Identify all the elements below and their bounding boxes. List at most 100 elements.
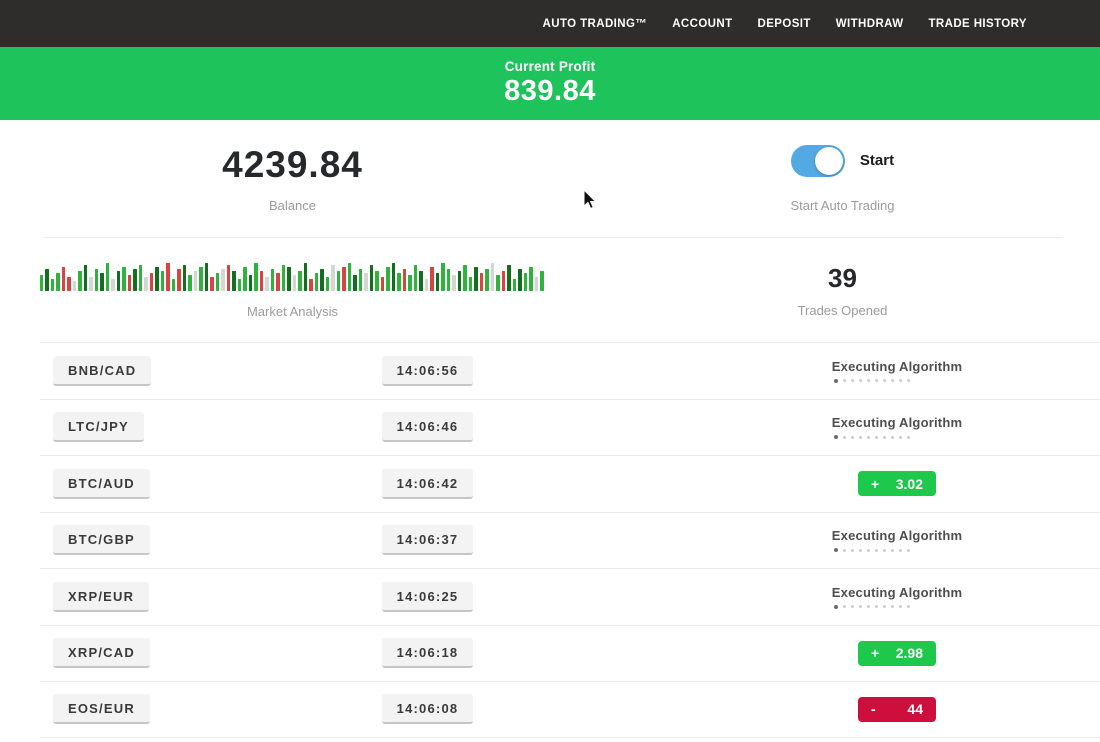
progress-dot (834, 379, 838, 383)
market-bar (309, 279, 313, 291)
market-bar (56, 273, 60, 291)
progress-dot (899, 436, 902, 439)
market-bar (315, 273, 319, 291)
nav-auto-trading[interactable]: AUTO TRADING™ (543, 18, 648, 30)
current-profit-banner: Current Profit 839.84 (0, 47, 1100, 120)
result-sign: - (871, 701, 876, 717)
stats-row-market: Market Analysis 39 Trades Opened (0, 238, 1100, 342)
market-bar (260, 271, 264, 291)
progress-dot (891, 605, 894, 608)
pair-chip: XRP/EUR (53, 582, 149, 612)
progress-dot (899, 549, 902, 552)
nav-withdraw[interactable]: WITHDRAW (836, 18, 904, 30)
market-bar (166, 263, 170, 291)
trade-row: BNB/CAD 14:06:56 Executing Algorithm (40, 342, 1100, 399)
progress-dot (834, 435, 838, 439)
market-bar (507, 265, 511, 291)
progress-dot (883, 605, 886, 608)
progress-dot (834, 605, 838, 609)
progress-dot (867, 549, 870, 552)
market-bar (205, 263, 209, 291)
market-bar (331, 265, 335, 291)
market-analysis-chart (40, 261, 546, 291)
stats-row-balance: 4239.84 Balance Start Start Auto Trading (0, 120, 1100, 237)
pair-chip: BTC/GBP (53, 525, 150, 555)
executing-label: Executing Algorithm (832, 528, 962, 543)
trade-row: BTC/AUD 14:06:42 + 3.02 (40, 455, 1100, 512)
market-bar (216, 273, 220, 291)
market-bar (254, 263, 258, 291)
executing-status: Executing Algorithm (832, 415, 962, 439)
market-bar (271, 269, 275, 291)
pair-chip: LTC/JPY (53, 412, 144, 442)
market-bar (370, 265, 374, 291)
market-bar (485, 269, 489, 291)
market-bar (320, 269, 324, 291)
time-chip: 14:06:37 (382, 525, 474, 555)
result-value: 2.98 (896, 645, 923, 661)
market-bar (221, 269, 225, 291)
trades-opened-value: 39 (828, 263, 857, 294)
nav-deposit[interactable]: DEPOSIT (758, 18, 811, 30)
result-badge: + 3.02 (858, 471, 936, 496)
market-bar (518, 269, 522, 291)
market-bar (155, 267, 159, 291)
market-bar (458, 271, 462, 291)
market-bar (535, 277, 539, 291)
trade-row: XRP/CAD 14:06:18 + 2.98 (40, 625, 1100, 682)
auto-trading-caption: Start Auto Trading (790, 198, 894, 213)
progress-dot (891, 379, 894, 382)
market-bar (540, 271, 544, 291)
nav-account[interactable]: ACCOUNT (672, 18, 732, 30)
market-bar (183, 265, 187, 291)
progress-dots (832, 379, 962, 383)
trade-row: BTC/GBP 14:06:37 Executing Algorithm (40, 512, 1100, 569)
trades-opened-block: 39 Trades Opened (585, 238, 1100, 342)
market-bar (67, 277, 71, 291)
progress-dot (883, 549, 886, 552)
progress-dot (851, 436, 854, 439)
progress-dot (851, 549, 854, 552)
executing-status: Executing Algorithm (832, 585, 962, 609)
current-profit-value: 839.84 (504, 75, 596, 108)
auto-trading-dashboard: AUTO TRADING™ ACCOUNT DEPOSIT WITHDRAW T… (0, 0, 1100, 742)
result-sign: + (871, 645, 879, 661)
progress-dot (851, 605, 854, 608)
market-bar (287, 267, 291, 291)
market-bar (62, 267, 66, 291)
balance-value: 4239.84 (222, 144, 363, 186)
market-bar (491, 263, 495, 291)
market-bar (419, 271, 423, 291)
market-bar (397, 273, 401, 291)
progress-dot (907, 549, 910, 552)
market-bar (265, 277, 269, 291)
market-bar (463, 265, 467, 291)
toggle-label: Start (860, 152, 894, 169)
market-bar (348, 263, 352, 291)
market-bar (51, 279, 55, 291)
progress-dot (859, 436, 862, 439)
executing-label: Executing Algorithm (832, 359, 962, 374)
balance-label: Balance (269, 198, 316, 213)
executing-status: Executing Algorithm (832, 528, 962, 552)
trade-row: LTC/JPY 14:06:46 Executing Algorithm (40, 399, 1100, 456)
auto-trading-toggle[interactable] (791, 145, 845, 177)
market-bar (414, 265, 418, 291)
time-chip: 14:06:56 (382, 356, 474, 386)
progress-dot (891, 549, 894, 552)
market-analysis-label: Market Analysis (247, 304, 338, 319)
market-bar (133, 269, 137, 291)
progress-dot (859, 379, 862, 382)
market-bar (326, 277, 330, 291)
executing-label: Executing Algorithm (832, 415, 962, 430)
progress-dot (843, 605, 846, 608)
result-sign: + (871, 476, 879, 492)
market-bar (524, 273, 528, 291)
market-bar (452, 275, 456, 291)
nav-trade-history[interactable]: TRADE HISTORY (929, 18, 1028, 30)
progress-dot (899, 379, 902, 382)
market-bar (364, 273, 368, 291)
progress-dot (875, 379, 878, 382)
market-bar (122, 267, 126, 291)
progress-dot (875, 605, 878, 608)
